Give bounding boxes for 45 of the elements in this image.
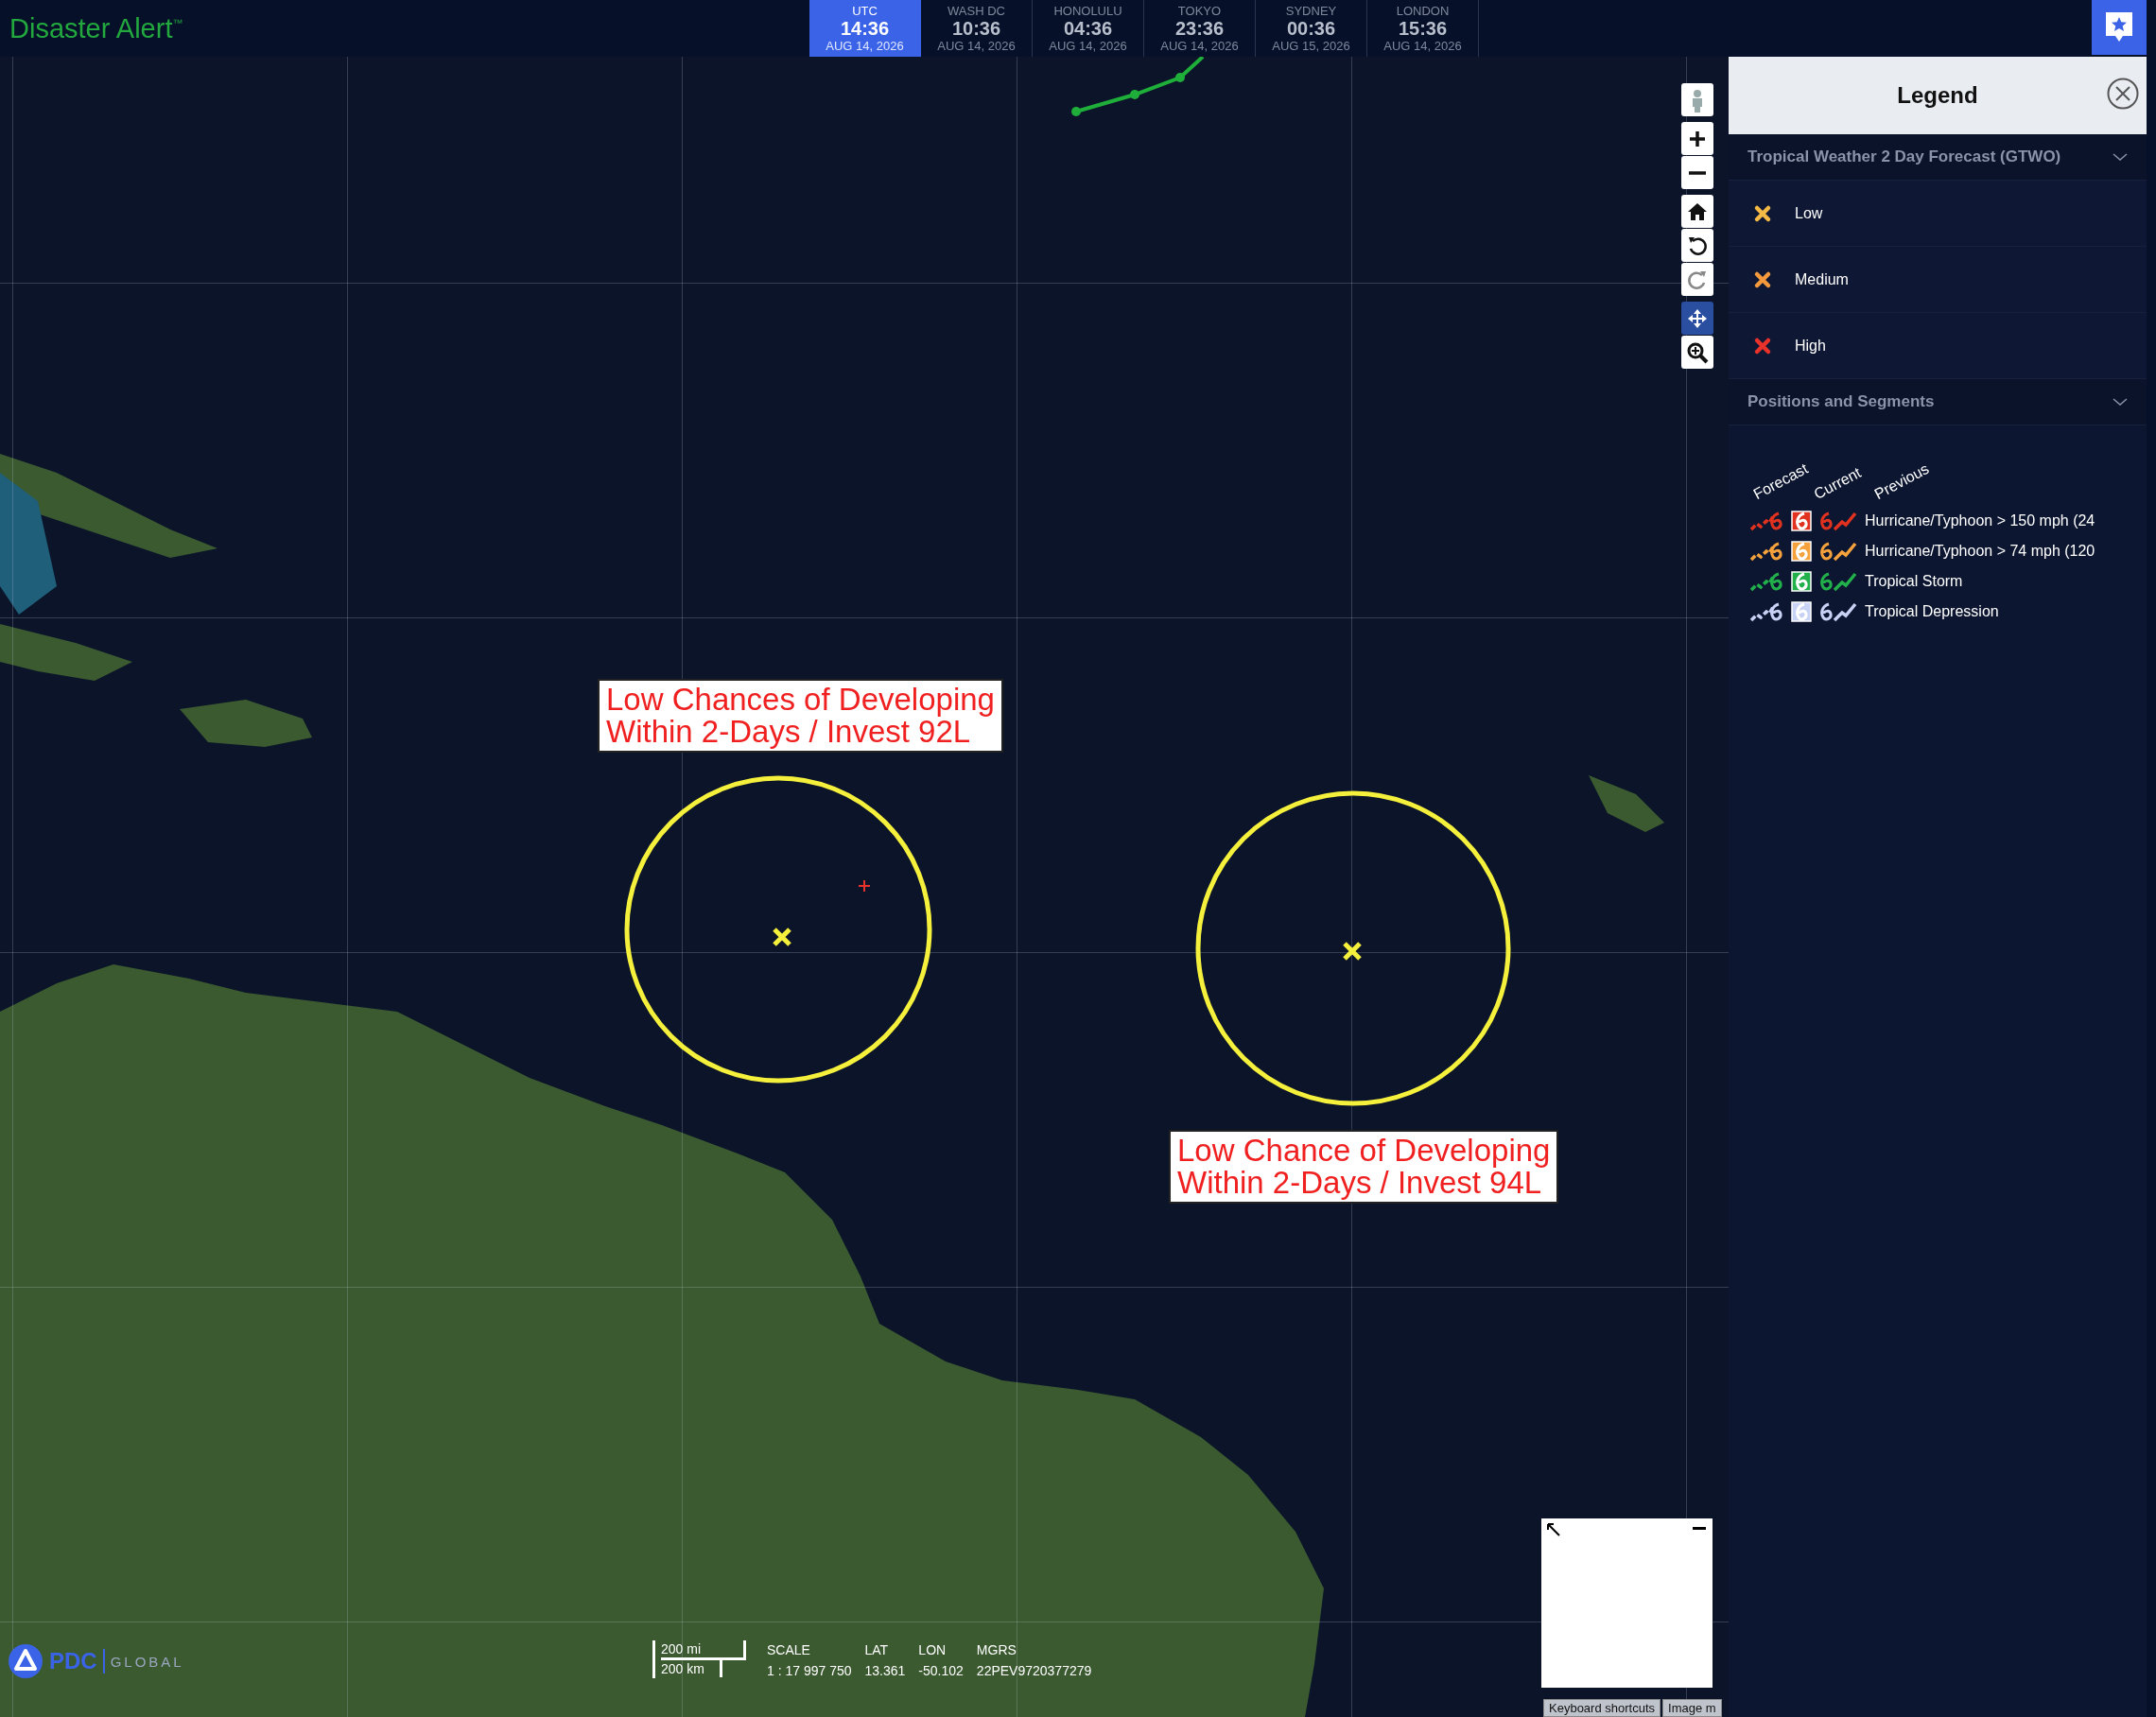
readout-value: 13.361 <box>864 1663 906 1678</box>
zoom-out-button[interactable] <box>1681 156 1713 189</box>
legend-label: Low <box>1795 204 1823 222</box>
logo-subtitle: GLOBAL <box>110 1653 184 1670</box>
legend-label: Hurricane/Typhoon > 74 mph (120 <box>1865 543 2095 560</box>
logo-text: PDC <box>49 1648 97 1674</box>
app-title: Disaster Alert$^{™}$ <box>9 12 183 44</box>
footer-button[interactable]: Image m <box>1662 1699 1722 1717</box>
readout-value: 22PEV9720377279 <box>976 1663 1092 1678</box>
home-button[interactable] <box>1681 195 1713 228</box>
legend-label: Tropical Depression <box>1865 603 1999 620</box>
close-icon <box>2107 78 2139 110</box>
legend-title: Legend <box>1897 82 1978 109</box>
legend-label: Medium <box>1795 270 1849 288</box>
annotation-label: Low Chances of Developing Within 2-Days / Invest 92L <box>598 679 1003 753</box>
annotation-label: Low Chance of Developing Within 2-Days / Invest 94L <box>1169 1130 1559 1204</box>
zoom-out-icon <box>1689 170 1706 175</box>
section-header[interactable]: Positions and Segments <box>1729 379 2147 425</box>
readout-label: LAT <box>864 1642 890 1657</box>
chevron-down-icon <box>2113 152 2128 162</box>
scale-bar: 200 mi 200 km <box>652 1640 746 1678</box>
readout-label: SCALE <box>767 1642 811 1657</box>
crosshair-icon <box>858 879 871 893</box>
zoom-in-button[interactable] <box>1681 122 1713 155</box>
pan-arrows-button[interactable] <box>1681 302 1713 335</box>
legend-label: High <box>1795 337 1826 355</box>
section-header[interactable]: Tropical Weather 2 Day Forecast (GTWO) <box>1729 134 2147 181</box>
magnifier-plus-button[interactable] <box>1681 336 1713 369</box>
readout-label: LON <box>918 1642 948 1657</box>
legend-label: Hurricane/Typhoon > 150 mph (24 <box>1865 512 2095 529</box>
expand-arrow-icon[interactable] <box>1546 1522 1561 1537</box>
readout-label: MGRS <box>976 1642 1017 1657</box>
chevron-down-icon <box>2113 397 2128 407</box>
footer-button[interactable]: Keyboard shortcuts <box>1543 1699 1660 1717</box>
disturbance-marker-icon <box>1342 941 1363 962</box>
readout-value: 1 : 17 997 750 <box>767 1663 852 1678</box>
logo-icon <box>8 1643 43 1679</box>
legend-label: Tropical Storm <box>1865 573 1963 590</box>
alerts-button[interactable] <box>2092 0 2147 55</box>
star-bubble-icon <box>2105 11 2133 43</box>
minimize-icon[interactable] <box>1693 1527 1706 1531</box>
disturbance-marker-icon <box>772 927 792 947</box>
readout-value: -50.102 <box>918 1663 964 1678</box>
rotate-left-button[interactable] <box>1681 229 1713 262</box>
clock-tab[interactable]: UTC 14:36 AUG 14, 2026 <box>809 0 921 57</box>
